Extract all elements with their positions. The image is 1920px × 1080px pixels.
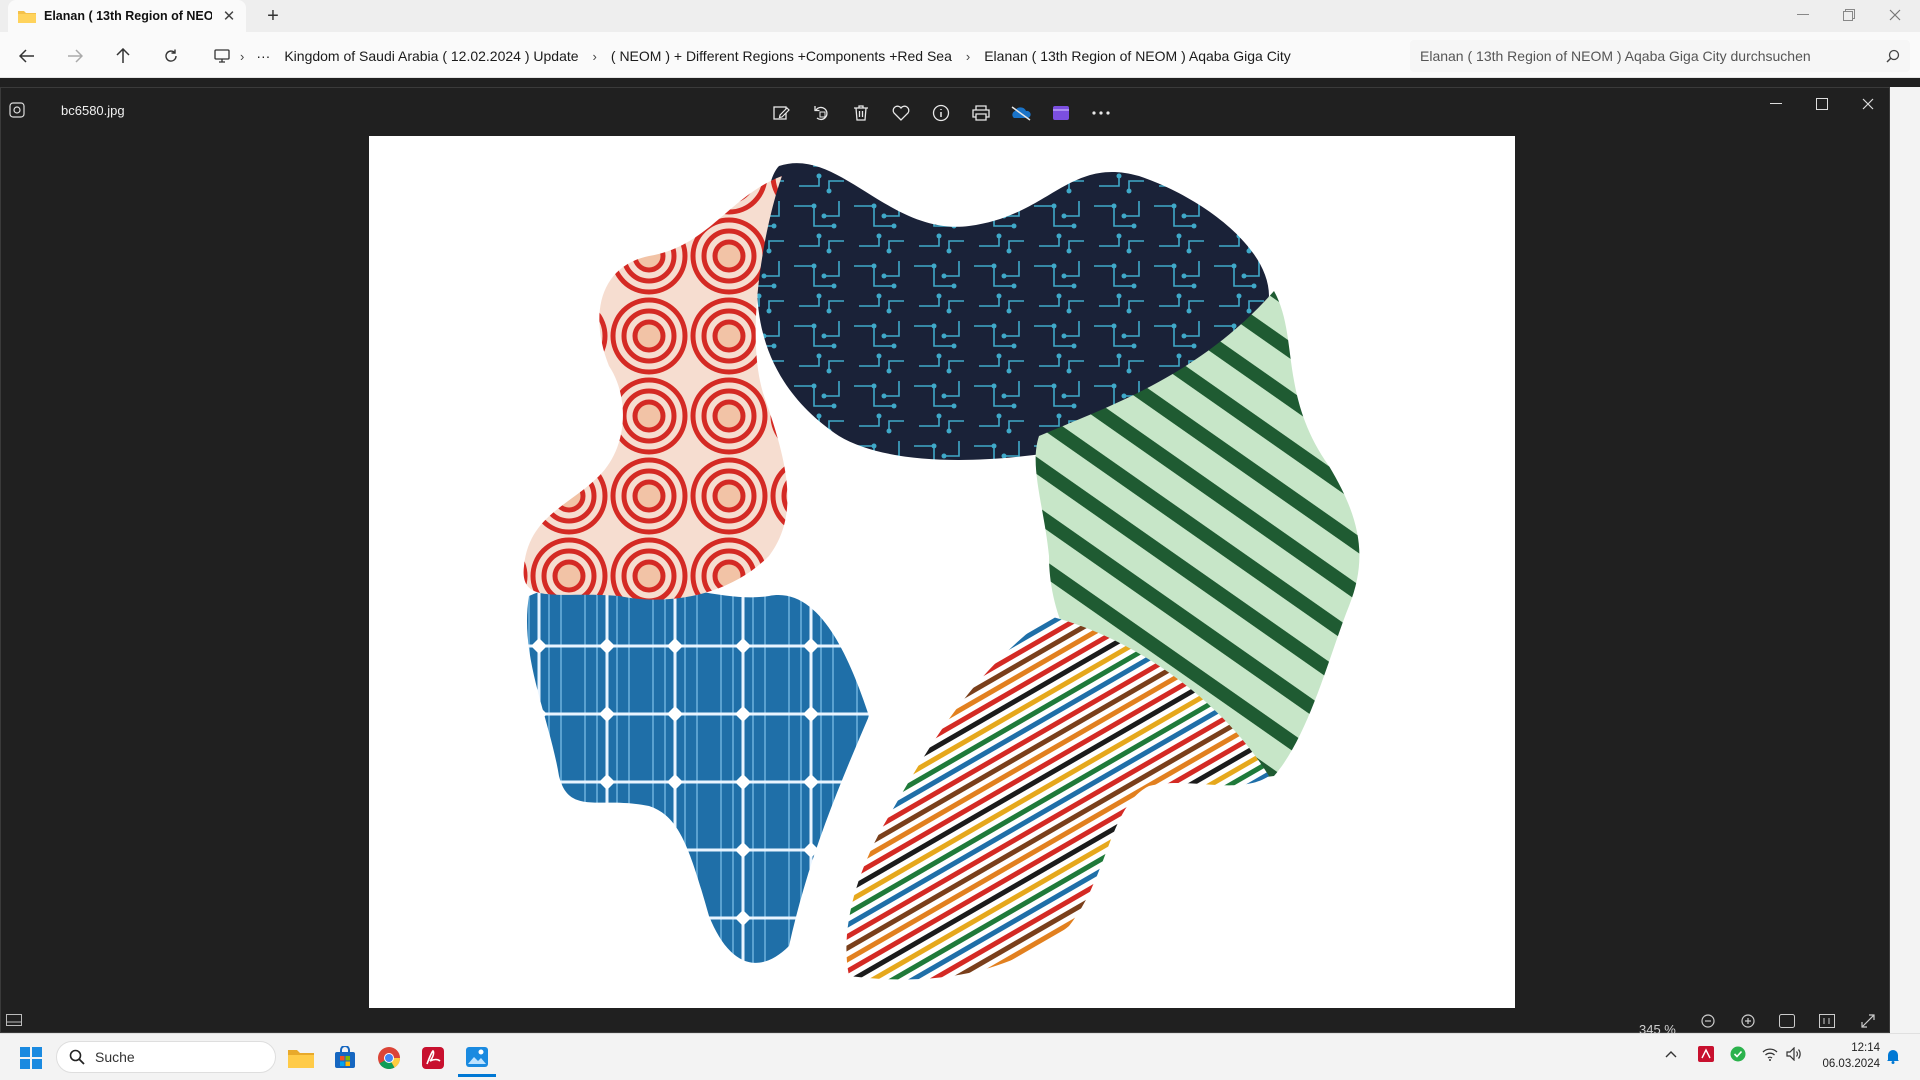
photos-toolbar: bc6580.jpg bbox=[1, 88, 1891, 136]
folder-icon bbox=[18, 9, 36, 23]
favorite-icon[interactable] bbox=[886, 100, 916, 126]
photos-window: bc6580.jpg 345 % bbox=[0, 87, 1891, 1037]
forward-button[interactable] bbox=[58, 40, 92, 72]
explorer-search-input[interactable]: Elanan ( 13th Region of NEOM ) Aqaba Gig… bbox=[1410, 40, 1910, 72]
actual-size-icon[interactable] bbox=[1819, 1014, 1835, 1028]
microsoft-store-icon[interactable] bbox=[326, 1039, 364, 1077]
search-icon bbox=[69, 1049, 85, 1065]
explorer-title-bar bbox=[0, 0, 1920, 32]
chevron-right-icon: › bbox=[592, 48, 597, 64]
image-canvas[interactable] bbox=[369, 136, 1515, 1008]
filmstrip-icon[interactable] bbox=[6, 1014, 22, 1026]
acrobat-icon[interactable] bbox=[414, 1039, 452, 1077]
file-name: bc6580.jpg bbox=[61, 103, 125, 118]
restore-button[interactable] bbox=[1826, 0, 1872, 30]
photos-status-bar bbox=[1, 1008, 1891, 1034]
solar-panel-segment bbox=[526, 580, 869, 963]
edit-icon[interactable] bbox=[766, 100, 796, 126]
start-button[interactable] bbox=[12, 1039, 50, 1077]
neom-star-logo bbox=[523, 163, 1360, 980]
close-window-button[interactable] bbox=[1872, 0, 1918, 30]
chrome-icon[interactable] bbox=[370, 1039, 408, 1077]
address-bar[interactable]: › ··· Kingdom of Saudi Arabia ( 12.02.20… bbox=[202, 40, 1402, 72]
zoom-out-icon[interactable] bbox=[1701, 1014, 1715, 1028]
minimize-button[interactable] bbox=[1780, 0, 1826, 30]
clipchamp-icon[interactable] bbox=[1046, 100, 1076, 126]
full-screen-icon[interactable] bbox=[1861, 1014, 1875, 1028]
photos-minimize-button[interactable] bbox=[1761, 91, 1791, 117]
breadcrumb-overflow[interactable]: ··· bbox=[256, 48, 270, 64]
search-icon bbox=[1886, 49, 1900, 63]
tab-title: Elanan ( 13th Region of NEOM bbox=[44, 9, 212, 23]
info-icon[interactable] bbox=[926, 100, 956, 126]
chevron-right-icon: › bbox=[240, 48, 245, 64]
chevron-right-icon: › bbox=[965, 48, 971, 64]
show-hidden-icons-icon[interactable] bbox=[1665, 1050, 1677, 1058]
red-circles-segment bbox=[523, 176, 788, 600]
onedrive-icon[interactable] bbox=[1006, 100, 1036, 126]
new-tab-button[interactable]: + bbox=[258, 2, 288, 30]
rotate-icon[interactable] bbox=[806, 100, 836, 126]
back-button[interactable] bbox=[10, 40, 44, 72]
delete-icon[interactable] bbox=[846, 100, 876, 126]
search-placeholder: Elanan ( 13th Region of NEOM ) Aqaba Gig… bbox=[1420, 48, 1811, 64]
print-icon[interactable] bbox=[966, 100, 996, 126]
photos-close-button[interactable] bbox=[1853, 91, 1883, 117]
security-shield-icon[interactable] bbox=[1730, 1046, 1746, 1062]
refresh-button[interactable] bbox=[154, 40, 188, 72]
taskbar-search[interactable]: Suche bbox=[56, 1041, 276, 1073]
notification-bell-icon[interactable] bbox=[1886, 1048, 1900, 1064]
photos-app-icon bbox=[9, 102, 25, 118]
wifi-icon[interactable] bbox=[1762, 1047, 1778, 1061]
acrobat-tray-icon[interactable] bbox=[1698, 1046, 1714, 1062]
zoom-in-icon[interactable] bbox=[1741, 1014, 1755, 1028]
volume-icon[interactable] bbox=[1786, 1047, 1802, 1061]
photos-taskbar-icon[interactable] bbox=[458, 1039, 496, 1077]
breadcrumb-item-neom[interactable]: ( NEOM ) + Different Regions +Components… bbox=[611, 48, 952, 64]
windows-logo-icon bbox=[20, 1047, 42, 1069]
up-button[interactable] bbox=[106, 40, 140, 72]
taskbar-search-label: Suche bbox=[95, 1049, 135, 1065]
clock-date: 06.03.2024 bbox=[1822, 1058, 1880, 1070]
fit-to-window-icon[interactable] bbox=[1779, 1014, 1795, 1028]
taskbar-clock[interactable]: 12:14 06.03.2024 bbox=[1808, 1040, 1880, 1072]
clock-time: 12:14 bbox=[1851, 1042, 1880, 1054]
tab-close-button[interactable]: ✕ bbox=[220, 7, 238, 25]
explorer-tab[interactable]: Elanan ( 13th Region of NEOM ✕ bbox=[8, 0, 246, 32]
breadcrumb-item-elanan[interactable]: Elanan ( 13th Region of NEOM ) Aqaba Gig… bbox=[984, 48, 1291, 64]
this-pc-icon bbox=[214, 49, 230, 63]
background-window-edge bbox=[1890, 87, 1920, 1033]
breadcrumb-item-saudi-arabia[interactable]: Kingdom of Saudi Arabia ( 12.02.2024 ) U… bbox=[284, 48, 578, 64]
more-icon[interactable] bbox=[1086, 100, 1116, 126]
file-explorer-icon[interactable] bbox=[282, 1039, 320, 1077]
photos-maximize-button[interactable] bbox=[1807, 91, 1837, 117]
